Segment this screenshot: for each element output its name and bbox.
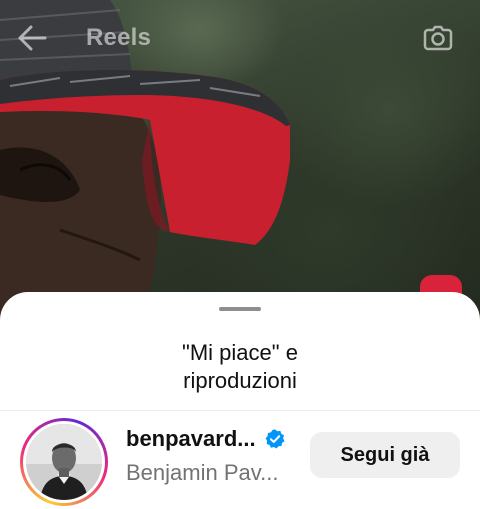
avatar-photo xyxy=(26,424,102,500)
sheet-title-line-1: "Mi piace" e xyxy=(182,340,298,365)
following-button[interactable]: Segui già xyxy=(310,432,460,478)
sheet-title: "Mi piace" e riproduzioni xyxy=(0,339,480,395)
sheet-title-line-2: riproduzioni xyxy=(183,368,297,393)
username[interactable]: benpavard... xyxy=(126,426,256,452)
divider xyxy=(0,410,480,411)
top-bar: Reels xyxy=(0,0,480,76)
verified-badge-icon xyxy=(265,429,285,449)
page-title: Reels xyxy=(86,24,152,51)
camera-icon xyxy=(423,25,453,51)
back-button[interactable] xyxy=(12,18,52,58)
sheet-grabber[interactable] xyxy=(219,307,261,311)
full-name: Benjamin Pav... xyxy=(126,460,279,485)
story-ring[interactable] xyxy=(20,418,108,506)
user-list-item[interactable]: benpavard... Benjamin Pav... Segui già xyxy=(0,418,480,509)
avatar xyxy=(26,424,102,500)
likes-bottom-sheet: "Mi piace" e riproduzioni benpavard... B… xyxy=(0,292,480,509)
camera-button[interactable] xyxy=(418,18,458,58)
arrow-left-icon xyxy=(18,25,47,51)
